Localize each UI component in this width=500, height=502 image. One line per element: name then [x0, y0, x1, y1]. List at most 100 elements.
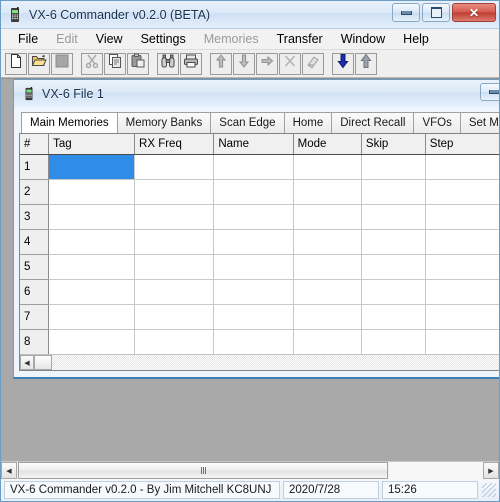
table-cell[interactable]: [361, 279, 426, 305]
table-cell[interactable]: [425, 329, 499, 354]
table-row[interactable]: 1: [20, 154, 499, 180]
table-cell[interactable]: [293, 304, 362, 330]
maximize-button[interactable]: [422, 3, 450, 22]
table-cell[interactable]: [293, 154, 362, 180]
close-button[interactable]: ✕: [452, 3, 496, 22]
table-cell[interactable]: [213, 204, 294, 230]
copy-button[interactable]: [104, 52, 126, 75]
table-row[interactable]: 6: [20, 279, 499, 305]
row-header-cell[interactable]: 7: [20, 304, 50, 330]
download-from-radio-button[interactable]: [332, 52, 354, 75]
menu-item-view[interactable]: View: [87, 29, 132, 49]
table-cell[interactable]: [293, 254, 362, 280]
grid-scroll-thumb[interactable]: [34, 355, 52, 370]
column-header-step[interactable]: Step: [425, 134, 499, 155]
column-header-name[interactable]: Name: [213, 134, 294, 155]
open-folder-button[interactable]: [28, 52, 50, 75]
table-cell[interactable]: [425, 304, 499, 330]
row-header-cell[interactable]: 2: [20, 179, 50, 205]
tab-set-mode[interactable]: Set Mode: [459, 112, 499, 133]
new-file-button[interactable]: [5, 52, 27, 75]
table-cell[interactable]: [213, 329, 294, 354]
table-cell[interactable]: [361, 154, 426, 180]
table-cell[interactable]: [361, 304, 426, 330]
row-header-cell[interactable]: 3: [20, 204, 50, 230]
mdi-horizontal-scrollbar[interactable]: ◀ ▶: [1, 461, 499, 479]
table-row[interactable]: 7: [20, 304, 499, 330]
mdi-minimize-button[interactable]: [480, 83, 499, 101]
tab-main-memories[interactable]: Main Memories: [21, 112, 117, 133]
table-cell[interactable]: [293, 279, 362, 305]
table-cell[interactable]: [425, 229, 499, 255]
upload-to-radio-button[interactable]: [355, 52, 377, 75]
table-cell[interactable]: [134, 154, 215, 180]
menu-item-window[interactable]: Window: [332, 29, 394, 49]
table-cell[interactable]: [48, 279, 136, 305]
tab-home[interactable]: Home: [283, 112, 332, 133]
mdi-scroll-track[interactable]: [389, 462, 483, 479]
table-cell[interactable]: [361, 229, 426, 255]
mdi-scroll-left-arrow[interactable]: ◀: [1, 462, 17, 479]
table-cell[interactable]: [425, 279, 499, 305]
grid-scroll-left-arrow[interactable]: ◀: [20, 355, 34, 370]
table-cell[interactable]: [134, 254, 215, 280]
table-cell[interactable]: [293, 179, 362, 205]
paste-button[interactable]: [127, 52, 149, 75]
table-cell[interactable]: [134, 179, 215, 205]
table-cell[interactable]: [293, 204, 362, 230]
tab-direct-recall[interactable]: Direct Recall: [331, 112, 414, 133]
table-row[interactable]: 4: [20, 229, 499, 255]
column-header-number[interactable]: #: [20, 134, 50, 155]
table-cell[interactable]: [361, 179, 426, 205]
table-row[interactable]: 5: [20, 254, 499, 280]
table-cell-selected[interactable]: [48, 154, 136, 180]
table-cell[interactable]: [425, 204, 499, 230]
table-row[interactable]: 8: [20, 329, 499, 354]
column-header-skip[interactable]: Skip: [361, 134, 426, 155]
table-cell[interactable]: [213, 179, 294, 205]
table-cell[interactable]: [48, 204, 136, 230]
grid-horizontal-scrollbar[interactable]: ◀: [20, 354, 499, 370]
table-cell[interactable]: [213, 154, 294, 180]
resize-grip-icon[interactable]: [482, 483, 496, 497]
tab-vfos[interactable]: VFOs: [413, 112, 460, 133]
table-cell[interactable]: [425, 179, 499, 205]
column-header-mode[interactable]: Mode: [293, 134, 362, 155]
row-header-cell[interactable]: 4: [20, 229, 50, 255]
column-header-rx-freq[interactable]: RX Freq: [134, 134, 215, 155]
row-header-cell[interactable]: 6: [20, 279, 50, 305]
table-cell[interactable]: [48, 229, 136, 255]
table-cell[interactable]: [134, 204, 215, 230]
find-button[interactable]: [157, 52, 179, 75]
tab-scan-edge[interactable]: Scan Edge: [210, 112, 284, 133]
table-cell[interactable]: [48, 329, 136, 354]
table-cell[interactable]: [425, 254, 499, 280]
tab-memory-banks[interactable]: Memory Banks: [116, 112, 211, 133]
table-cell[interactable]: [134, 279, 215, 305]
mdi-scroll-right-arrow[interactable]: ▶: [483, 462, 499, 479]
menu-item-settings[interactable]: Settings: [132, 29, 195, 49]
table-row[interactable]: 2: [20, 179, 499, 205]
table-cell[interactable]: [293, 229, 362, 255]
table-cell[interactable]: [213, 304, 294, 330]
table-cell[interactable]: [48, 304, 136, 330]
row-header-cell[interactable]: 1: [20, 154, 50, 180]
menu-item-help[interactable]: Help: [394, 29, 438, 49]
print-button[interactable]: [180, 52, 202, 75]
table-cell[interactable]: [213, 229, 294, 255]
table-cell[interactable]: [361, 329, 426, 354]
row-header-cell[interactable]: 8: [20, 329, 50, 354]
table-cell[interactable]: [134, 304, 215, 330]
table-cell[interactable]: [134, 229, 215, 255]
table-cell[interactable]: [213, 254, 294, 280]
table-cell[interactable]: [293, 329, 362, 354]
table-row[interactable]: 3: [20, 204, 499, 230]
menu-item-file[interactable]: File: [9, 29, 47, 49]
table-cell[interactable]: [425, 154, 499, 180]
menu-item-transfer[interactable]: Transfer: [268, 29, 332, 49]
minimize-button[interactable]: [392, 3, 420, 22]
table-cell[interactable]: [213, 279, 294, 305]
table-cell[interactable]: [48, 179, 136, 205]
row-header-cell[interactable]: 5: [20, 254, 50, 280]
table-cell[interactable]: [361, 254, 426, 280]
